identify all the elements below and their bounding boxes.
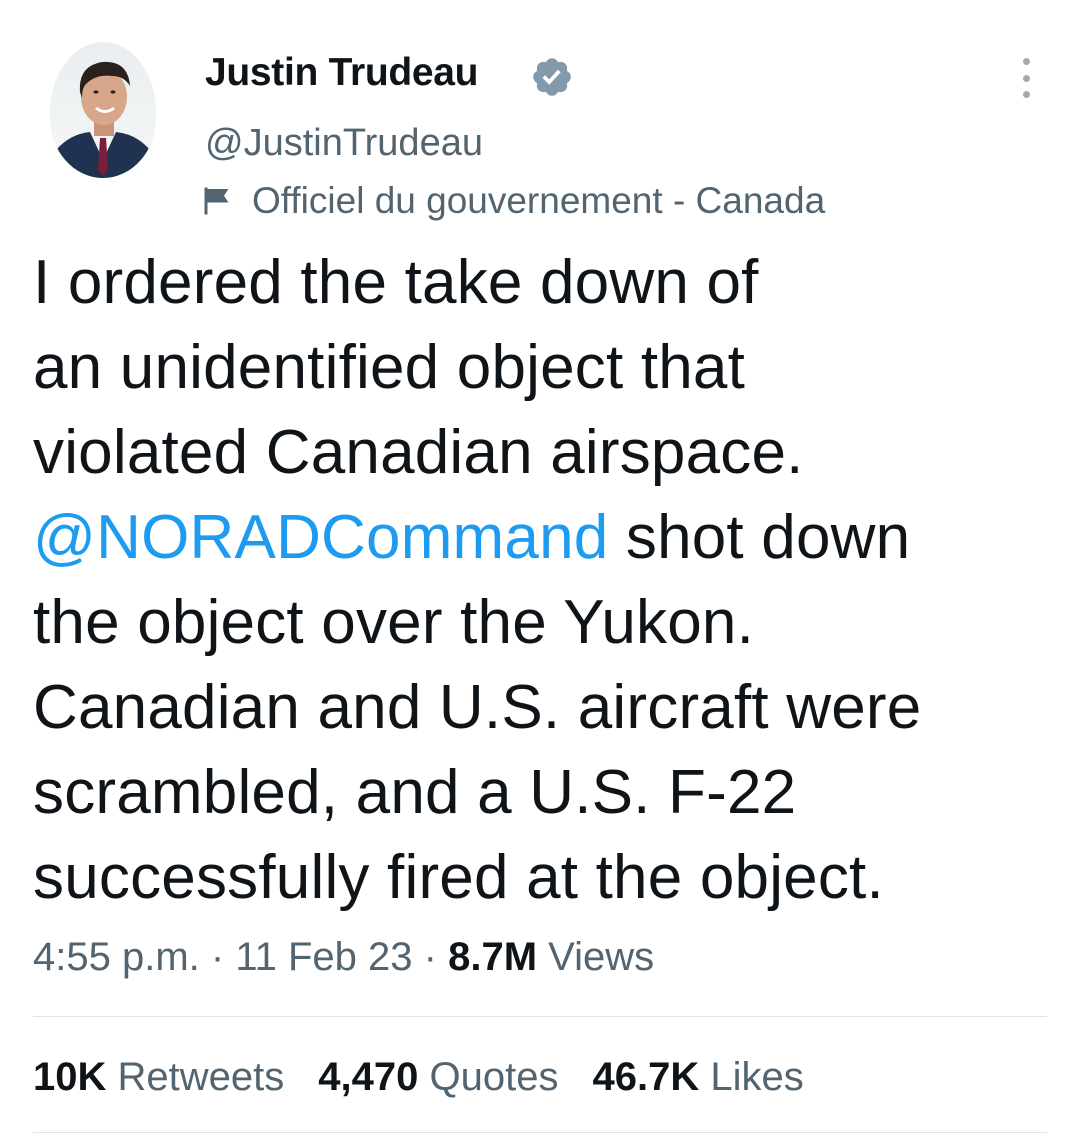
tweet-text-line: I ordered the take down of — [33, 248, 759, 317]
tweet-text-line: successfully fired at the object. — [33, 843, 884, 912]
author-name[interactable]: Justin Trudeau — [205, 50, 478, 96]
quotes-label: Quotes — [429, 1055, 559, 1099]
tweet: Justin Trudeau @JustinTrudeau Officiel d… — [0, 0, 1080, 1136]
government-label: Officiel du gouvernement - Canada — [200, 178, 825, 224]
tweet-text-fragment: shot down — [608, 503, 911, 572]
author-handle[interactable]: @JustinTrudeau — [205, 120, 483, 166]
meta-separator: · — [210, 935, 225, 979]
avatar[interactable] — [50, 42, 156, 178]
likes-label: Likes — [710, 1055, 804, 1099]
verified-badge-icon — [533, 58, 571, 96]
tweet-text-line: scrambled, and a U.S. F-22 — [33, 758, 797, 827]
tweet-text-line: Canadian and U.S. aircraft were — [33, 673, 922, 742]
retweets-stat[interactable]: 10K Retweets — [33, 1050, 284, 1104]
mention-link[interactable]: @NORADCommand — [33, 503, 608, 572]
quotes-stat[interactable]: 4,470 Quotes — [318, 1050, 558, 1104]
divider — [33, 1016, 1047, 1017]
more-options-icon[interactable] — [1006, 56, 1046, 100]
views-label: Views — [548, 935, 655, 979]
divider — [33, 1132, 1047, 1133]
tweet-text-line: an unidentified object that — [33, 333, 746, 402]
tweet-text-line: the object over the Yukon. — [33, 588, 755, 657]
tweet-text: I ordered the take down of an unidentifi… — [33, 240, 1053, 920]
retweets-label: Retweets — [117, 1055, 285, 1099]
flag-icon — [204, 187, 229, 215]
tweet-text-line: violated Canadian airspace. — [33, 418, 804, 487]
tweet-text-line: @NORADCommand shot down — [33, 495, 1053, 580]
retweets-count: 10K — [33, 1055, 107, 1099]
quotes-count: 4,470 — [318, 1055, 419, 1099]
tweet-time[interactable]: 4:55 p.m. — [33, 935, 200, 979]
views-count: 8.7M — [448, 935, 538, 979]
tweet-stats: 10K Retweets 4,470 Quotes 46.7K Likes — [33, 1050, 838, 1104]
meta-separator: · — [423, 935, 437, 979]
tweet-meta: 4:55 p.m. · 11 Feb 23 · 8.7M Views — [33, 930, 654, 984]
likes-stat[interactable]: 46.7K Likes — [592, 1050, 803, 1104]
avatar-photo — [50, 42, 156, 178]
likes-count: 46.7K — [592, 1055, 700, 1099]
government-label-text: Officiel du gouvernement - Canada — [252, 180, 826, 221]
tweet-date[interactable]: 11 Feb 23 — [235, 935, 412, 979]
